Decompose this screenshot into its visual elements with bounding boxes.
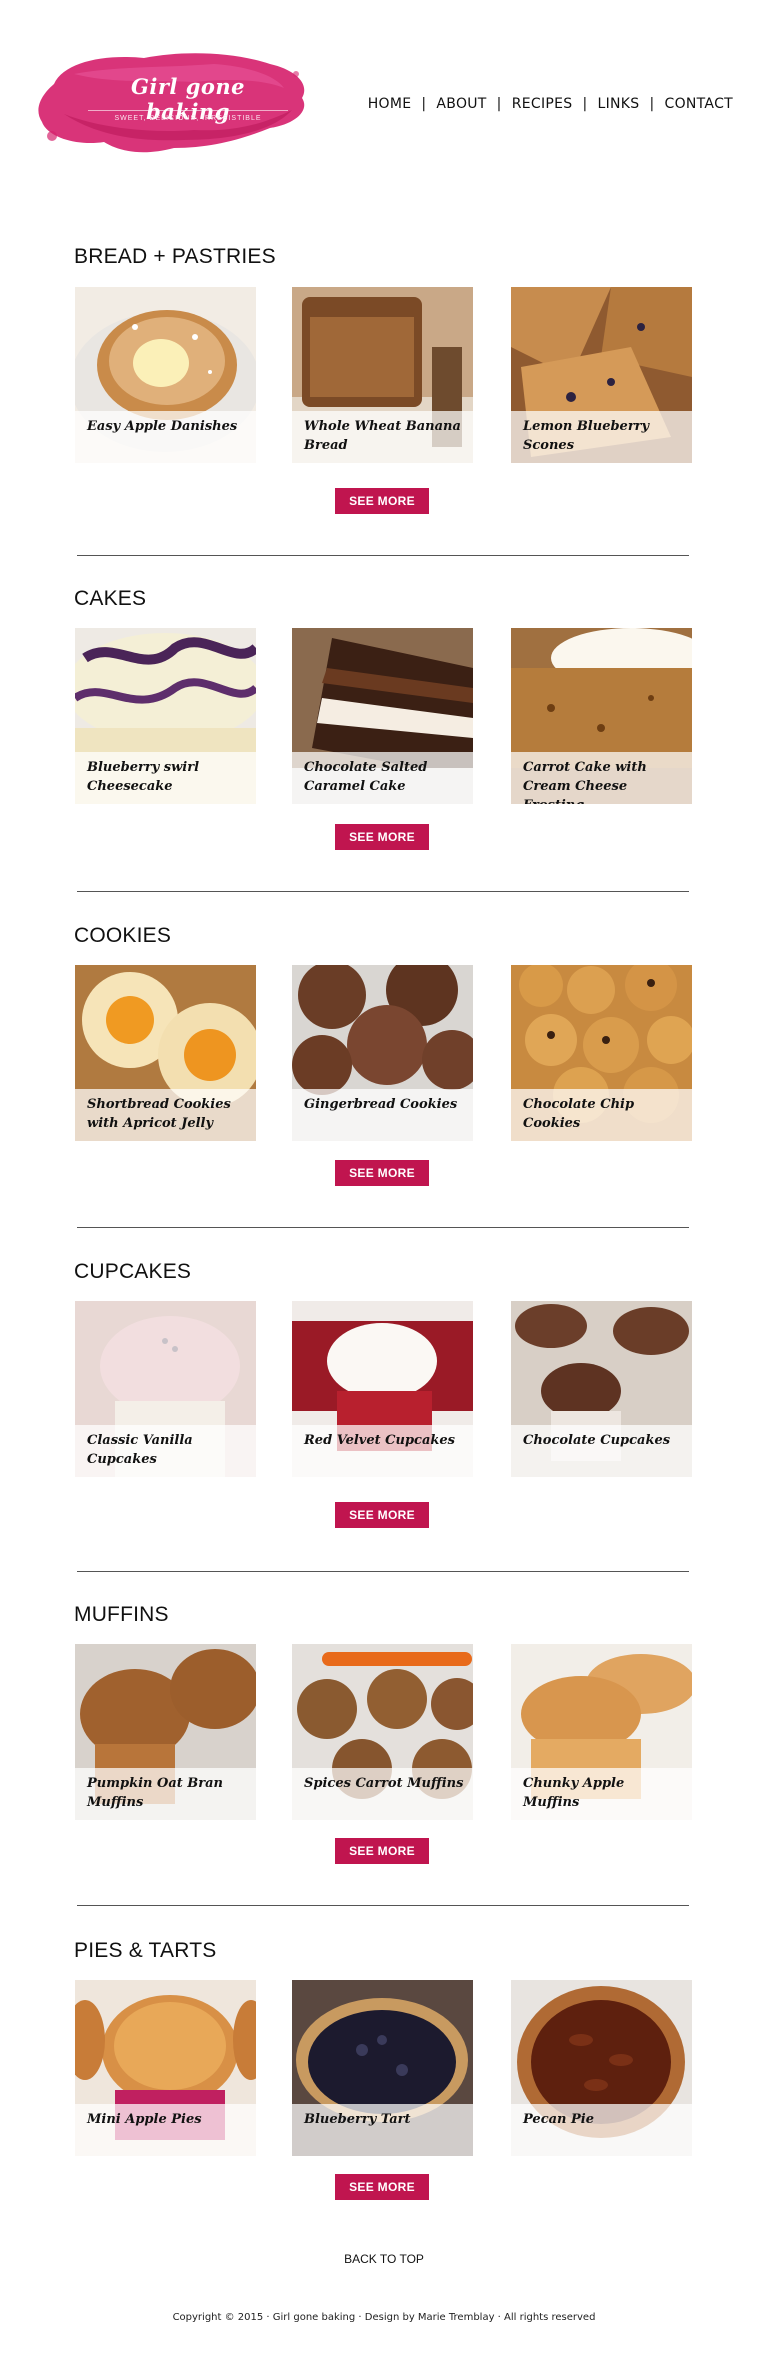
nav-item-recipes[interactable]: RECIPES (512, 96, 573, 112)
card-caption: Chocolate Chip Cookies (511, 1089, 692, 1141)
recipe-card[interactable]: Mini Apple Pies (75, 1980, 256, 2156)
recipe-card[interactable]: Whole Wheat Banana Bread (292, 287, 473, 463)
card-title: Carrot Cake with Cream Cheese Frosting (523, 760, 647, 804)
card-caption: Chocolate Salted Caramel Cake (292, 752, 473, 804)
recipe-card[interactable]: Classic Vanilla Cupcakes (75, 1301, 256, 1477)
card-title: Chunky Apple Muffins (523, 1776, 625, 1810)
section-divider (77, 891, 689, 892)
section-divider (77, 555, 689, 556)
section-title-pies-tarts: PIES & TARTS (74, 1939, 217, 1962)
card-caption: Pumpkin Oat Bran Muffins (75, 1768, 256, 1820)
nav-item-about[interactable]: ABOUT (436, 96, 486, 112)
card-title: Chocolate Chip Cookies (523, 1097, 635, 1131)
section-divider (77, 1571, 689, 1572)
logo-tagline: SWEET, DELICIOUS, IRRESISTIBLE (88, 110, 288, 122)
card-caption: Lemon Blueberry Scones (511, 411, 692, 463)
card-title: Blueberry swirl Cheesecake (87, 760, 200, 794)
card-caption: Pecan Pie (511, 2104, 692, 2156)
recipe-card[interactable]: Chocolate Salted Caramel Cake (292, 628, 473, 804)
recipe-card[interactable]: Chunky Apple Muffins (511, 1644, 692, 1820)
card-title: Chocolate Cupcakes (523, 1433, 671, 1448)
section-title-cupcakes: CUPCAKES (74, 1260, 192, 1283)
main-nav: HOME | ABOUT | RECIPES | LINKS | CONTACT (368, 96, 733, 112)
card-title: Whole Wheat Banana Bread (304, 419, 461, 453)
recipe-card[interactable]: Gingerbread Cookies (292, 965, 473, 1141)
nav-item-home[interactable]: HOME (368, 96, 412, 112)
card-caption: Mini Apple Pies (75, 2104, 256, 2156)
card-caption: Carrot Cake with Cream Cheese Frosting (511, 752, 692, 804)
recipe-card[interactable]: Shortbread Cookies with Apricot Jelly (75, 965, 256, 1141)
see-more-button[interactable]: SEE MORE (335, 824, 429, 850)
nav-separator: | (496, 96, 502, 112)
section-divider (77, 1227, 689, 1228)
card-caption: Classic Vanilla Cupcakes (75, 1425, 256, 1477)
site-header: Girl gone baking SWEET, DELICIOUS, IRRES… (0, 0, 768, 170)
card-caption: Shortbread Cookies with Apricot Jelly (75, 1089, 256, 1141)
nav-separator: | (582, 96, 588, 112)
card-title: Mini Apple Pies (87, 2112, 202, 2127)
section-title-bread-pastries: BREAD + PASTRIES (74, 245, 276, 268)
card-caption: Gingerbread Cookies (292, 1089, 473, 1141)
card-title: Red Velvet Cupcakes (304, 1433, 455, 1448)
section-divider (77, 1905, 689, 1906)
card-caption: Chocolate Cupcakes (511, 1425, 692, 1477)
back-to-top-link[interactable]: BACK TO TOP (0, 2252, 768, 2266)
nav-item-links[interactable]: LINKS (598, 96, 640, 112)
nav-item-contact[interactable]: CONTACT (665, 96, 734, 112)
card-caption: Red Velvet Cupcakes (292, 1425, 473, 1477)
recipe-card[interactable]: Chocolate Cupcakes (511, 1301, 692, 1477)
recipe-card[interactable]: Blueberry Tart (292, 1980, 473, 2156)
card-title: Lemon Blueberry Scones (523, 419, 650, 453)
card-caption: Blueberry swirl Cheesecake (75, 752, 256, 804)
card-title: Easy Apple Danishes (87, 419, 238, 434)
recipe-card[interactable]: Pecan Pie (511, 1980, 692, 2156)
nav-separator: | (649, 96, 655, 112)
recipe-card[interactable]: Red Velvet Cupcakes (292, 1301, 473, 1477)
section-title-cookies: COOKIES (74, 924, 172, 947)
card-title: Shortbread Cookies with Apricot Jelly (87, 1097, 231, 1131)
recipe-card[interactable]: Chocolate Chip Cookies (511, 965, 692, 1141)
recipe-card[interactable]: Blueberry swirl Cheesecake (75, 628, 256, 804)
recipe-card[interactable]: Pumpkin Oat Bran Muffins (75, 1644, 256, 1820)
card-caption: Easy Apple Danishes (75, 411, 256, 463)
card-caption: Whole Wheat Banana Bread (292, 411, 473, 463)
site-logo[interactable]: Girl gone baking SWEET, DELICIOUS, IRRES… (34, 44, 312, 162)
nav-separator: | (421, 96, 427, 112)
section-title-cakes: CAKES (74, 587, 147, 610)
see-more-button[interactable]: SEE MORE (335, 2174, 429, 2200)
card-title: Classic Vanilla Cupcakes (87, 1433, 193, 1467)
card-title: Blueberry Tart (304, 2112, 411, 2127)
see-more-button[interactable]: SEE MORE (335, 488, 429, 514)
card-caption: Blueberry Tart (292, 2104, 473, 2156)
see-more-button[interactable]: SEE MORE (335, 1160, 429, 1186)
footer-copyright: Copyright © 2015 · Girl gone baking · De… (172, 2312, 596, 2323)
card-caption: Chunky Apple Muffins (511, 1768, 692, 1820)
card-title: Chocolate Salted Caramel Cake (304, 760, 428, 794)
card-title: Pecan Pie (523, 2112, 594, 2127)
recipe-card[interactable]: Carrot Cake with Cream Cheese Frosting (511, 628, 692, 804)
card-title: Pumpkin Oat Bran Muffins (87, 1776, 223, 1810)
recipe-card[interactable]: Spices Carrot Muffins (292, 1644, 473, 1820)
see-more-button[interactable]: SEE MORE (335, 1838, 429, 1864)
card-title: Gingerbread Cookies (304, 1097, 458, 1112)
section-title-muffins: MUFFINS (74, 1603, 169, 1626)
card-title: Spices Carrot Muffins (304, 1776, 464, 1791)
recipe-card[interactable]: Easy Apple Danishes (75, 287, 256, 463)
card-caption: Spices Carrot Muffins (292, 1768, 473, 1820)
recipe-card[interactable]: Lemon Blueberry Scones (511, 287, 692, 463)
see-more-button[interactable]: SEE MORE (335, 1502, 429, 1528)
